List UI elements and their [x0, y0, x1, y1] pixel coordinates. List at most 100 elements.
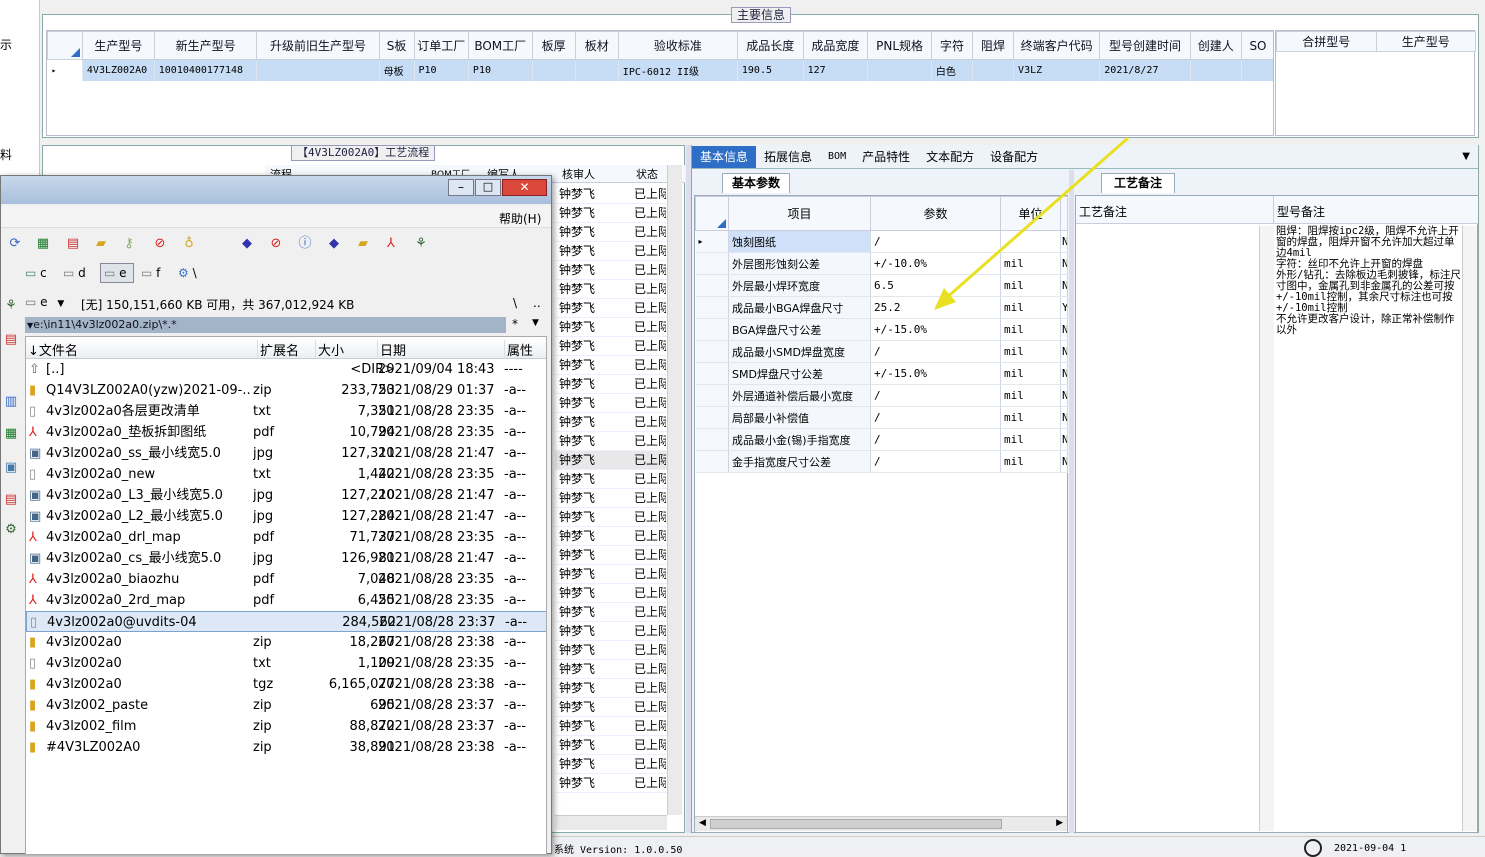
doc-icon[interactable]: ▤: [65, 236, 81, 252]
param-row[interactable]: SMD焊盘尺寸公差+/-15.0%milN: [695, 362, 1068, 385]
param-value-cell[interactable]: +/-15.0%: [870, 318, 1001, 341]
merge-col-header[interactable]: 生产型号: [1375, 31, 1476, 52]
tool-icon[interactable]: ⚙: [3, 522, 19, 538]
process-row[interactable]: 钟梦飞 已上际: [555, 584, 668, 603]
process-row[interactable]: 钟梦飞 已上际: [555, 242, 668, 261]
process-row[interactable]: 钟梦飞 已上际: [555, 508, 668, 527]
process-row[interactable]: 钟梦飞 已上际: [555, 375, 668, 394]
params-hscroll-thumb[interactable]: [710, 819, 1002, 829]
tool-icon[interactable]: ▤: [3, 332, 19, 348]
process-row[interactable]: 钟梦飞 已上际: [555, 432, 668, 451]
main-cell[interactable]: V3LZ: [1013, 59, 1101, 81]
process-row[interactable]: 钟梦飞 已上际: [555, 660, 668, 679]
main-col-header[interactable]: 订单工厂: [413, 31, 469, 60]
param-row-indicator[interactable]: [695, 362, 729, 385]
main-cell[interactable]: 127: [803, 59, 869, 81]
param-row-indicator[interactable]: [695, 340, 729, 363]
row-indicator[interactable]: ▸: [47, 59, 83, 81]
process-hscroll[interactable]: [555, 815, 667, 830]
param-unit-cell[interactable]: mil: [1000, 406, 1061, 429]
param-value-cell[interactable]: /: [870, 340, 1001, 363]
model-notes-vscroll[interactable]: [1462, 226, 1477, 831]
main-col-header[interactable]: 板材: [574, 31, 619, 60]
network-icon[interactable]: ⚘: [413, 236, 429, 252]
param-value-cell[interactable]: /: [870, 384, 1001, 407]
process-col-header[interactable]: 状态: [636, 166, 658, 182]
file-row[interactable]: ▮ #4V3LZ002A0 zip 38,891 2021/08/28 23:38 -a-…: [26, 737, 546, 758]
file-row[interactable]: ⅄ 4v3lz002a0_垫板拆卸图纸 pdf 10,794 2021/08/28 23…: [26, 422, 546, 443]
main-cell[interactable]: P10: [414, 59, 469, 81]
param-row[interactable]: BGA焊盘尺寸公差+/-15.0%milN: [695, 318, 1068, 341]
main-col-header[interactable]: 生产型号: [81, 31, 155, 60]
param-row[interactable]: 金手指宽度尺寸公差/milN: [695, 450, 1068, 473]
pdf-icon[interactable]: ⅄: [383, 236, 399, 252]
craft-notes-vscroll[interactable]: [1259, 226, 1274, 831]
param-unit-cell[interactable]: mil: [1000, 318, 1061, 341]
process-col-header[interactable]: 核审人: [562, 166, 595, 182]
param-unit-cell[interactable]: mil: [1000, 384, 1061, 407]
param-row-indicator[interactable]: [695, 274, 729, 297]
parent-button[interactable]: ..: [533, 296, 541, 310]
param-row[interactable]: 局部最小补偿值/milN: [695, 406, 1068, 429]
key-icon[interactable]: ⚷: [121, 236, 137, 252]
process-row[interactable]: 钟梦飞 已上际: [555, 299, 668, 318]
main-cell[interactable]: 母板: [379, 59, 415, 81]
process-row[interactable]: 钟梦飞 已上际: [555, 470, 668, 489]
model-notes-text[interactable]: 阻焊：阻焊按ipc2级，阻焊不允许上开窗的焊盘，阻焊开窗不允许加大超过单边4mi…: [1276, 226, 1461, 826]
tool-icon[interactable]: ⚘: [3, 298, 19, 314]
left-nav-item[interactable]: 料: [0, 146, 38, 162]
param-unit-cell[interactable]: mil: [1000, 450, 1061, 473]
root-button[interactable]: \: [513, 296, 517, 310]
maximize-button[interactable]: □: [475, 179, 501, 196]
tool-icon[interactable]: ▥: [3, 394, 19, 410]
param-row-indicator[interactable]: [695, 450, 729, 473]
cube-icon[interactable]: ◆: [239, 236, 255, 252]
param-row[interactable]: 成品最小金(锡)手指宽度/milN: [695, 428, 1068, 451]
process-row[interactable]: 钟梦飞 已上际: [555, 261, 668, 280]
param-flag-cell[interactable]: N: [1060, 406, 1068, 429]
main-col-header[interactable]: BOM工厂: [467, 31, 533, 60]
process-row[interactable]: 钟梦飞 已上际: [555, 451, 668, 470]
param-flag-cell[interactable]: N: [1060, 428, 1068, 451]
drive-select[interactable]: ▭ e ▼: [25, 295, 77, 311]
process-row[interactable]: 钟梦飞 已上际: [555, 698, 668, 717]
main-col-header[interactable]: 阻焊: [971, 31, 1015, 60]
refresh-icon[interactable]: ⟳: [7, 236, 23, 252]
tab-extended-info[interactable]: 拓展信息: [756, 146, 820, 168]
param-item-cell[interactable]: SMD焊盘尺寸公差: [728, 362, 871, 385]
main-cell[interactable]: [1190, 59, 1242, 81]
file-row[interactable]: ▮ 4v3lz002_film zip 88,872 2021/08/28 23:37-…: [26, 716, 546, 737]
minimize-button[interactable]: –: [448, 179, 474, 196]
tab-bom[interactable]: BOM: [820, 146, 854, 168]
col-header-size[interactable]: 大小: [315, 340, 344, 359]
col-header-name[interactable]: ↓文件名: [28, 340, 78, 359]
process-row[interactable]: 钟梦飞 已上际: [555, 527, 668, 546]
main-cell[interactable]: 10010400177148: [154, 59, 258, 81]
file-row[interactable]: ▣ 4v3lz002a0_L2_最小线宽5.0 jpg 127,284 2021/08/…: [26, 506, 546, 527]
main-col-header[interactable]: 字符: [930, 31, 973, 60]
file-row[interactable]: ⇧ [..] <DIR> 2021/09/04 18:43 ----: [26, 359, 546, 380]
main-cell[interactable]: [532, 59, 576, 81]
help-menu[interactable]: 帮助(H): [499, 210, 541, 227]
main-cell[interactable]: 190.5: [737, 59, 804, 81]
stop-icon[interactable]: ⊘: [152, 236, 168, 252]
params-hscroll[interactable]: ◀ ▶: [695, 816, 1067, 831]
main-cell[interactable]: [256, 59, 380, 81]
stop2-icon[interactable]: ⊘: [268, 236, 284, 252]
file-row[interactable]: ⅄ 4v3lz002a0_drl_map pdf 71,737 2021/08/28 2…: [26, 527, 546, 548]
file-row[interactable]: ⅄ 4v3lz002a0_2rd_map pdf 6,455 2021/08/28 23…: [26, 590, 546, 611]
param-item-cell[interactable]: 局部最小补偿值: [728, 406, 871, 429]
file-row[interactable]: ▮ 4v3lz002_paste zip 695 2021/08/28 23:37 -a-…: [26, 695, 546, 716]
file-row[interactable]: ▯ 4v3lz002a0@uvdits-04 284,562 2021/08/28 2…: [26, 611, 546, 632]
file-row[interactable]: ▮ Q14V3LZ002A0(yzw)2021-09-.. zip 233,753 20…: [26, 380, 546, 401]
col-header-ext[interactable]: 扩展名: [257, 340, 299, 359]
param-row-indicator[interactable]: [695, 296, 729, 319]
process-row[interactable]: 钟梦飞 已上际: [555, 565, 668, 584]
param-unit-cell[interactable]: mil: [1000, 340, 1061, 363]
main-cell[interactable]: 2021/8/27: [1099, 59, 1191, 81]
main-cell[interactable]: [972, 59, 1015, 81]
network-drive-button[interactable]: ⚙ \: [178, 266, 197, 280]
file-row[interactable]: ▮ 4v3lz002a0 zip 18,267 2021/08/28 23:38 -a--: [26, 632, 546, 653]
process-row[interactable]: 钟梦飞 已上际: [555, 489, 668, 508]
tool-icon[interactable]: ▦: [3, 426, 19, 442]
